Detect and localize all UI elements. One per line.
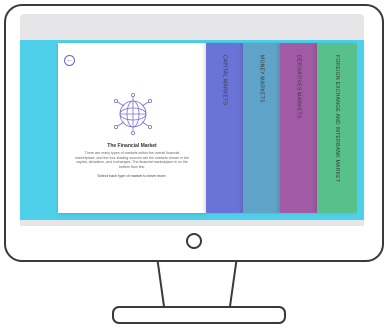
panel-label: DERIVATIVES MARKETS: [295, 55, 302, 119]
panel-label: MONEY MARKETS: [258, 55, 265, 103]
stand-neck: [156, 262, 166, 308]
card-title: The Financial Market: [107, 143, 157, 149]
panel-label: FOREIGN EXCHANGE AND INTERBANK MARKET: [334, 55, 340, 183]
back-arrow-icon[interactable]: ←: [64, 55, 75, 66]
card-hint: Select each type of market to learn more…: [97, 174, 167, 178]
intro-card: ← The Financial Market There are many ty…: [58, 43, 206, 213]
panel-derivatives-markets[interactable]: DERIVATIVES MARKETS: [280, 43, 317, 213]
stand-base: [112, 306, 286, 324]
panel-foreign-exchange[interactable]: FOREIGN EXCHANGE AND INTERBANK MARKET: [317, 43, 357, 213]
app-screen: ← The Financial Market There are many ty…: [20, 40, 364, 220]
screen-bottom-bezel: [20, 220, 364, 226]
screen-top-bezel: [20, 14, 364, 40]
card-description: There are many types of markets within t…: [74, 151, 190, 169]
panel-money-markets[interactable]: MONEY MARKETS: [243, 43, 280, 213]
panel-capital-markets[interactable]: CAPITAL MARKETS: [206, 43, 243, 213]
globe-network-icon: [114, 93, 153, 135]
stand-neck: [228, 262, 238, 308]
power-button-icon: [186, 233, 202, 249]
panel-label: CAPITAL MARKETS: [221, 55, 228, 106]
